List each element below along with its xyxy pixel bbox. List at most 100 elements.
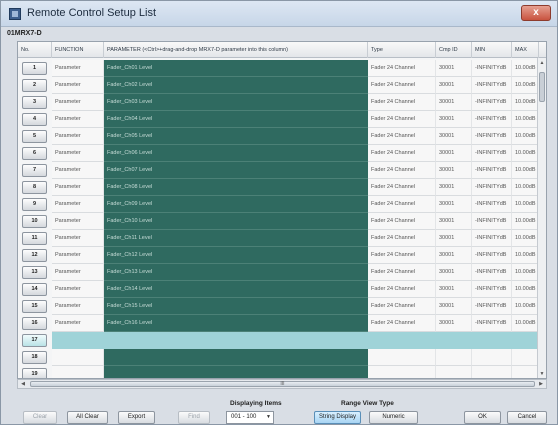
cell-min: -INFINITYdB xyxy=(472,128,512,145)
cell-parameter[interactable]: Fader_Ch06 Level xyxy=(104,145,368,162)
table-row[interactable]: 1 Parameter Fader_Ch01 Level Fader 24 Chann… xyxy=(18,60,546,77)
table-row[interactable]: 12 Parameter Fader_Ch12 Level Fader 24 Chan… xyxy=(18,247,546,264)
column-header-type[interactable]: Type xyxy=(368,42,436,58)
row-number-button[interactable]: 18 xyxy=(22,351,47,364)
cell-min: -INFINITYdB xyxy=(472,213,512,230)
cell-parameter[interactable]: Fader_Ch15 Level xyxy=(104,298,368,315)
cell-parameter[interactable]: Fader_Ch01 Level xyxy=(104,60,368,77)
column-header-max[interactable]: MAX xyxy=(512,42,539,58)
vertical-scrollbar[interactable]: ▲ ▼ xyxy=(537,58,546,378)
numeric-button[interactable]: Numeric xyxy=(369,411,418,424)
table-row[interactable]: 8 Parameter Fader_Ch08 Level Fader 24 Chann… xyxy=(18,179,546,196)
cell-type: Fader 24 Channel xyxy=(368,298,436,315)
row-number-button[interactable]: 14 xyxy=(22,283,47,296)
title-bar[interactable]: Remote Control Setup List x xyxy=(1,1,557,27)
row-number-button[interactable]: 16 xyxy=(22,317,47,330)
cell-function: Parameter xyxy=(52,111,104,128)
cell-parameter[interactable]: Fader_Ch13 Level xyxy=(104,264,368,281)
string-display-button[interactable]: String Display xyxy=(314,411,361,424)
table-row[interactable]: 19 xyxy=(18,366,546,378)
scroll-up-icon[interactable]: ▲ xyxy=(538,59,546,68)
row-number-button[interactable]: 15 xyxy=(22,300,47,313)
scroll-right-icon[interactable]: ▶ xyxy=(536,380,546,388)
find-button[interactable]: Find xyxy=(178,411,210,424)
horizontal-scroll-thumb[interactable]: III xyxy=(30,381,535,387)
cell-parameter[interactable]: Fader_Ch07 Level xyxy=(104,162,368,179)
row-number-button[interactable]: 19 xyxy=(22,368,47,378)
cell-parameter[interactable] xyxy=(104,366,368,378)
row-number-button[interactable]: 11 xyxy=(22,232,47,245)
cell-parameter[interactable] xyxy=(104,349,368,366)
table-row[interactable]: 18 xyxy=(18,349,546,366)
cell-parameter[interactable]: Fader_Ch14 Level xyxy=(104,281,368,298)
table-row[interactable]: 3 Parameter Fader_Ch03 Level Fader 24 Chann… xyxy=(18,94,546,111)
scroll-down-icon[interactable]: ▼ xyxy=(538,370,546,378)
row-number-button[interactable]: 5 xyxy=(22,130,47,143)
all-clear-button[interactable]: All Clear xyxy=(67,411,108,424)
cell-parameter[interactable]: Fader_Ch02 Level xyxy=(104,77,368,94)
column-header-function[interactable]: FUNCTION xyxy=(52,42,104,58)
row-number-button[interactable]: 3 xyxy=(22,96,47,109)
row-number-button[interactable]: 7 xyxy=(22,164,47,177)
cell-min: -INFINITYdB xyxy=(472,247,512,264)
table-row[interactable]: 14 Parameter Fader_Ch14 Level Fader 24 Chan… xyxy=(18,281,546,298)
column-header-parameter[interactable]: PARAMETER (<Ctrl>+drag-and-drop MRX7-D p… xyxy=(104,42,368,58)
cell-parameter[interactable]: Fader_Ch11 Level xyxy=(104,230,368,247)
clear-button[interactable]: Clear xyxy=(23,411,57,424)
cell-parameter[interactable]: Fader_Ch08 Level xyxy=(104,179,368,196)
vertical-scroll-thumb[interactable] xyxy=(539,72,545,102)
cancel-button[interactable]: Cancel xyxy=(507,411,547,424)
row-number-button[interactable]: 4 xyxy=(22,113,47,126)
cell-function: Parameter xyxy=(52,179,104,196)
row-number-button[interactable]: 1 xyxy=(22,62,47,75)
cell-parameter[interactable]: Fader_Ch03 Level xyxy=(104,94,368,111)
row-number-button[interactable]: 6 xyxy=(22,147,47,160)
table-row[interactable]: 6 Parameter Fader_Ch06 Level Fader 24 Chann… xyxy=(18,145,546,162)
close-button[interactable]: x xyxy=(521,5,551,21)
table-row[interactable]: 4 Parameter Fader_Ch04 Level Fader 24 Chann… xyxy=(18,111,546,128)
cell-type: Fader 24 Channel xyxy=(368,315,436,332)
table-row[interactable]: 2 Parameter Fader_Ch02 Level Fader 24 Chann… xyxy=(18,77,546,94)
row-number-button[interactable]: 10 xyxy=(22,215,47,228)
table-row[interactable]: 7 Parameter Fader_Ch07 Level Fader 24 Chann… xyxy=(18,162,546,179)
cell-min: -INFINITYdB xyxy=(472,230,512,247)
cell-parameter[interactable]: Fader_Ch04 Level xyxy=(104,111,368,128)
row-number-button[interactable]: 17 xyxy=(22,334,47,347)
table-row[interactable]: 9 Parameter Fader_Ch09 Level Fader 24 Chann… xyxy=(18,196,546,213)
scroll-left-icon[interactable]: ◀ xyxy=(18,380,28,388)
table-row[interactable]: 16 Parameter Fader_Ch16 Level Fader 24 Chan… xyxy=(18,315,546,332)
table-row[interactable]: 15 Parameter Fader_Ch15 Level Fader 24 Chan… xyxy=(18,298,546,315)
horizontal-scrollbar[interactable]: ◀ III ▶ xyxy=(17,379,547,389)
export-button[interactable]: Export xyxy=(118,411,155,424)
cell-function xyxy=(52,366,104,378)
cell-parameter[interactable]: Fader_Ch10 Level xyxy=(104,213,368,230)
row-number-button[interactable]: 13 xyxy=(22,266,47,279)
row-number-button[interactable]: 12 xyxy=(22,249,47,262)
table-row[interactable]: 13 Parameter Fader_Ch13 Level Fader 24 Chan… xyxy=(18,264,546,281)
cell-max: 10.00dB xyxy=(512,179,539,196)
displaying-items-value: 001 - 100 xyxy=(231,414,257,420)
column-header-cmp-id[interactable]: Cmp ID xyxy=(436,42,472,58)
row-number-button[interactable]: 8 xyxy=(22,181,47,194)
cell-max: 10.00dB xyxy=(512,230,539,247)
row-number-button[interactable]: 9 xyxy=(22,198,47,211)
table-row[interactable]: 10 Parameter Fader_Ch10 Level Fader 24 Chan… xyxy=(18,213,546,230)
cell-cmp-id: 30001 xyxy=(436,213,472,230)
cell-parameter[interactable]: Fader_Ch05 Level xyxy=(104,128,368,145)
cell-type: Fader 24 Channel xyxy=(368,264,436,281)
table-row[interactable]: 5 Parameter Fader_Ch05 Level Fader 24 Chann… xyxy=(18,128,546,145)
ok-button[interactable]: OK xyxy=(464,411,501,424)
cell-parameter[interactable]: Fader_Ch16 Level xyxy=(104,315,368,332)
row-number-button[interactable]: 2 xyxy=(22,79,47,92)
cell-function: Parameter xyxy=(52,213,104,230)
displaying-items-select[interactable]: 001 - 100 ▼ xyxy=(226,411,274,424)
cell-parameter[interactable]: Fader_Ch12 Level xyxy=(104,247,368,264)
cell-function: Parameter xyxy=(52,196,104,213)
column-header-no[interactable]: No. xyxy=(18,42,52,58)
table-row[interactable]: 17 xyxy=(18,332,546,349)
cell-parameter[interactable]: Fader_Ch09 Level xyxy=(104,196,368,213)
cell-cmp-id: 30001 xyxy=(436,94,472,111)
table-row[interactable]: 11 Parameter Fader_Ch11 Level Fader 24 Chan… xyxy=(18,230,546,247)
column-header-min[interactable]: MIN xyxy=(472,42,512,58)
cell-min: -INFINITYdB xyxy=(472,298,512,315)
